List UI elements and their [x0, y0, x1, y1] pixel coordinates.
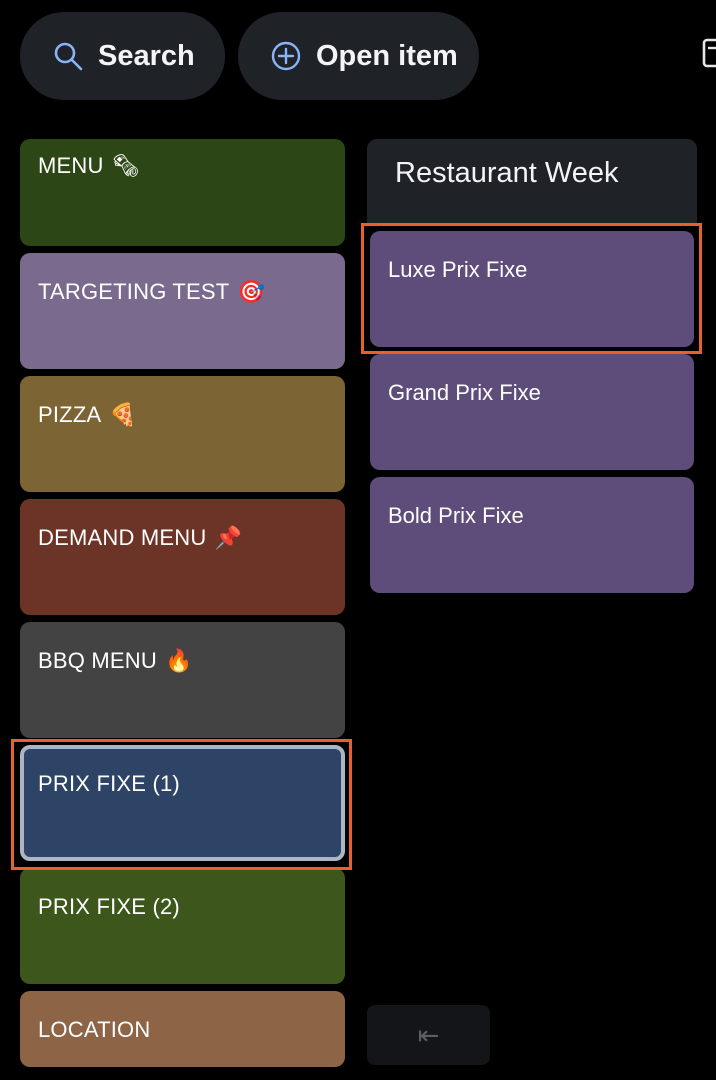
category-bbq-menu[interactable]: BBQ MENU 🔥: [20, 622, 345, 738]
category-label: LOCATION: [38, 1017, 151, 1042]
search-button[interactable]: Search: [20, 12, 225, 100]
item-label: Grand Prix Fixe: [388, 380, 541, 405]
category-targeting-test[interactable]: TARGETING TEST 🎯: [20, 253, 345, 369]
item-luxe-prix-fixe[interactable]: Luxe Prix Fixe: [370, 231, 694, 347]
category-menu[interactable]: MENU 🗞: [20, 139, 345, 246]
search-button-label: Search: [98, 39, 195, 72]
open-item-button-label: Open item: [316, 39, 458, 72]
open-item-button[interactable]: Open item: [238, 12, 479, 100]
item-grand-prix-fixe[interactable]: Grand Prix Fixe: [370, 354, 694, 470]
group-header-restaurant-week: Restaurant Week: [367, 139, 697, 225]
category-prix-fixe-2[interactable]: PRIX FIXE (2): [20, 868, 345, 984]
category-label: DEMAND MENU: [38, 525, 207, 550]
category-label: PRIX FIXE (1): [38, 771, 180, 796]
category-pizza[interactable]: PIZZA 🍕: [20, 376, 345, 492]
category-prix-fixe-1[interactable]: PRIX FIXE (1): [20, 745, 345, 861]
arrow-bar-left-icon: ⇤: [417, 1019, 440, 1050]
pizza-icon: 🍕: [109, 403, 137, 428]
receipt-icon[interactable]: [702, 38, 716, 70]
fire-icon: 🔥: [164, 649, 193, 674]
search-icon: [54, 42, 83, 71]
newspaper-icon: 🗞: [111, 154, 140, 179]
back-button[interactable]: ⇤: [367, 1005, 490, 1065]
add-circle-icon: [271, 41, 301, 71]
category-label: PIZZA: [38, 402, 102, 427]
category-demand-menu[interactable]: DEMAND MENU 📌: [20, 499, 345, 615]
group-title: Restaurant Week: [395, 157, 619, 189]
pushpin-icon: 📌: [214, 526, 243, 551]
category-label: BBQ MENU: [38, 648, 157, 673]
category-label: TARGETING TEST: [38, 279, 230, 304]
category-label: MENU: [38, 153, 104, 178]
target-icon: 🎯: [237, 280, 266, 305]
item-label: Luxe Prix Fixe: [388, 257, 528, 282]
item-label: Bold Prix Fixe: [388, 503, 524, 528]
item-bold-prix-fixe[interactable]: Bold Prix Fixe: [370, 477, 694, 593]
category-location[interactable]: LOCATION: [20, 991, 345, 1067]
category-label: PRIX FIXE (2): [38, 894, 180, 919]
